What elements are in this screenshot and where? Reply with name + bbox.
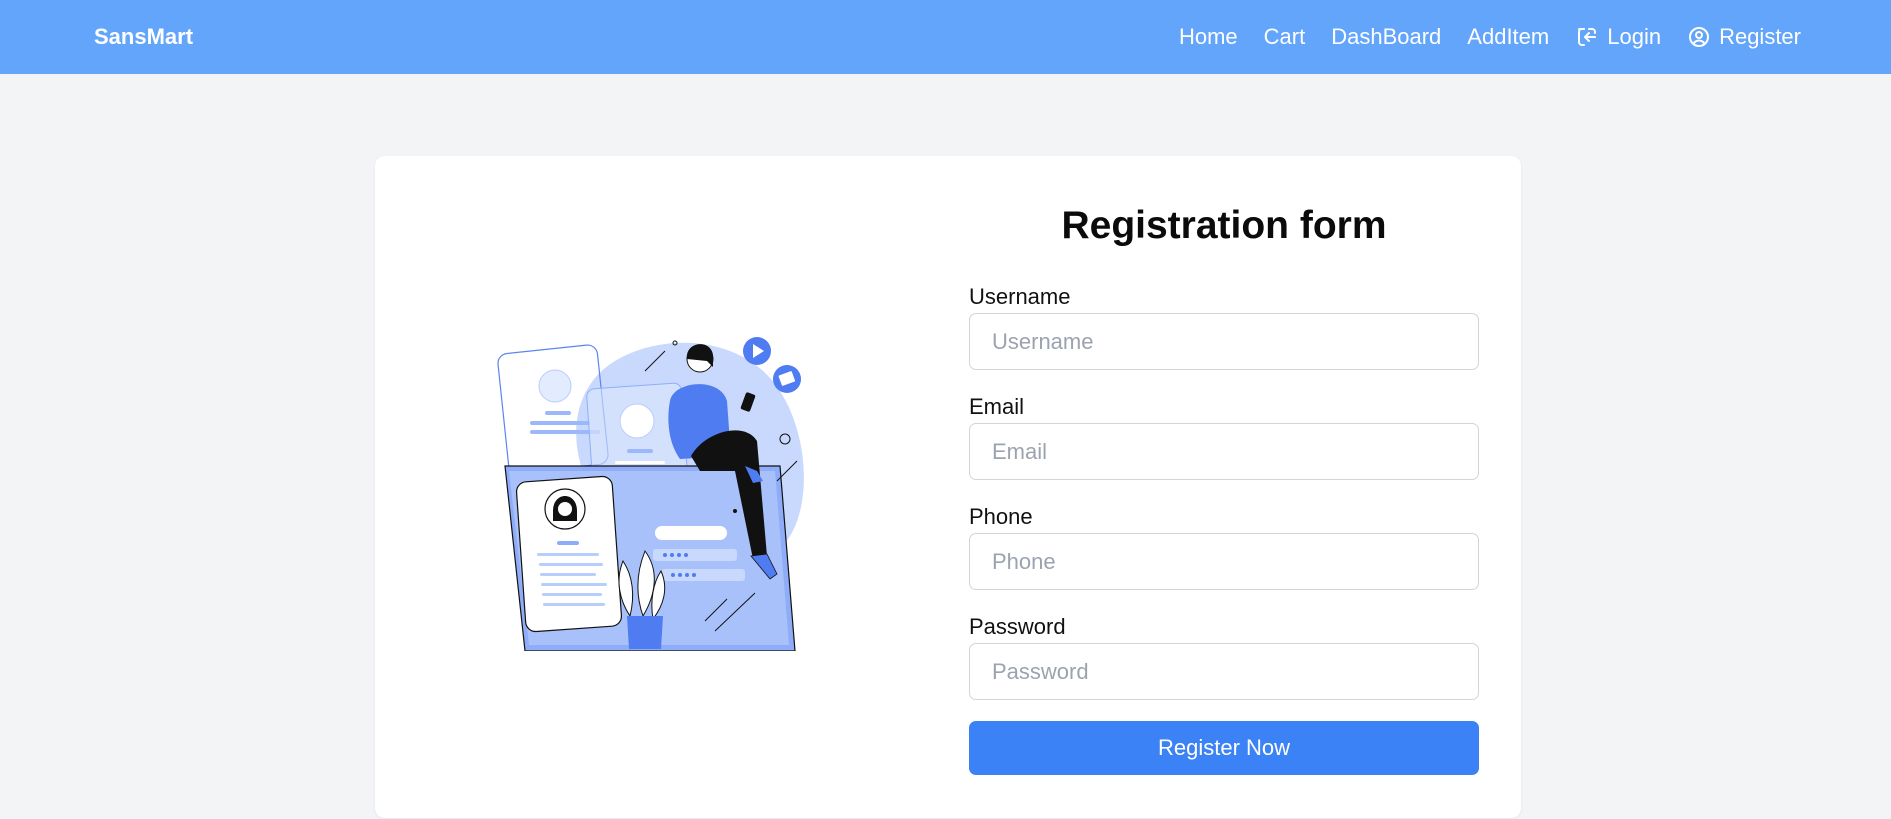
nav-login-link[interactable]: Login <box>1575 24 1661 50</box>
email-input[interactable] <box>969 423 1479 480</box>
register-now-button[interactable]: Register Now <box>969 721 1479 775</box>
login-icon <box>1578 28 1597 46</box>
username-label: Username <box>969 284 1071 309</box>
registration-illustration <box>497 337 804 651</box>
nav-home-label: Home <box>1178 24 1238 49</box>
nav-cart-label: Cart <box>1263 24 1306 49</box>
nav-home-link[interactable]: Home <box>1179 24 1238 50</box>
registration-card: Registration form Username Email Phone P… <box>375 156 1521 818</box>
nav-dashboard-link[interactable]: DashBoard <box>1331 24 1441 50</box>
password-input[interactable] <box>969 643 1479 700</box>
nav-register-link[interactable]: Register <box>1687 24 1801 50</box>
nav-register-label: Register <box>1719 24 1801 49</box>
nav-additem-label: AddItem <box>1467 24 1550 49</box>
user-circle-icon <box>1689 27 1710 47</box>
nav-dashboard-label: DashBoard <box>1331 24 1442 49</box>
form-title: Registration form <box>1061 204 1387 247</box>
brand-logo-link[interactable]: SansMart <box>94 24 193 50</box>
phone-label: Phone <box>969 504 1033 529</box>
top-navbar: SansMart Home Cart DashBoard AddItem Log… <box>0 0 1891 74</box>
nav-login-label: Login <box>1607 24 1662 49</box>
password-label: Password <box>969 614 1066 639</box>
nav-cart-link[interactable]: Cart <box>1264 24 1306 50</box>
username-input[interactable] <box>969 313 1479 370</box>
email-label: Email <box>969 394 1025 419</box>
phone-input[interactable] <box>969 533 1479 590</box>
nav-links: Home Cart DashBoard AddItem Login Regist… <box>1179 0 1801 74</box>
nav-additem-link[interactable]: AddItem <box>1467 24 1549 50</box>
